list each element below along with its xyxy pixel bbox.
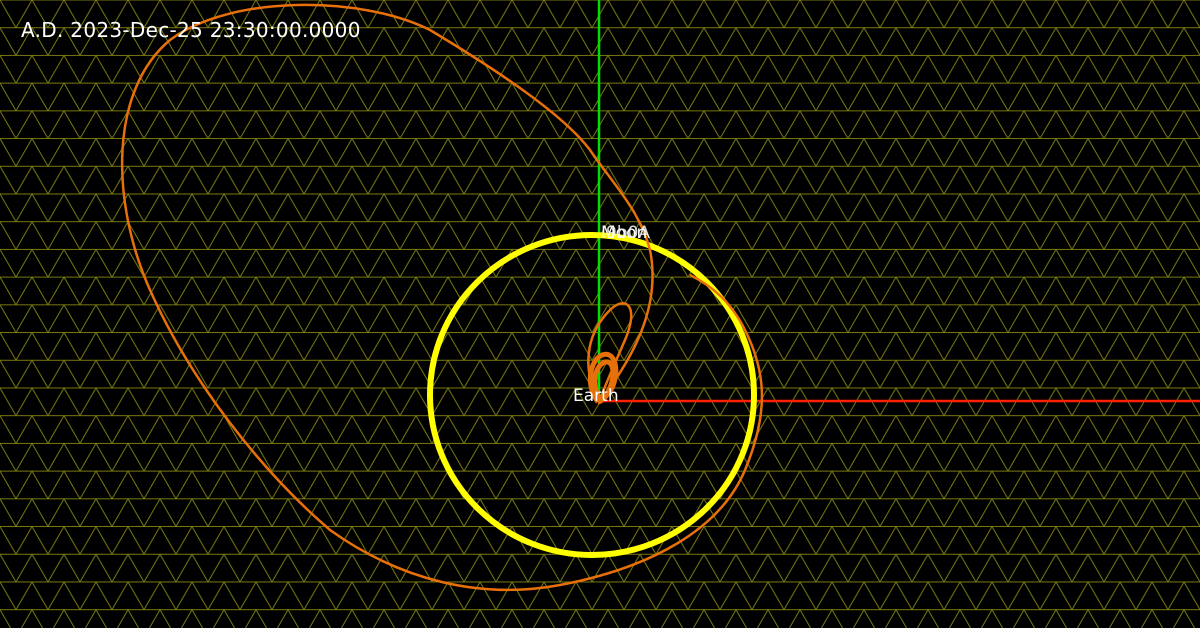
epoch-timestamp: A.D. 2023-Dec-25 23:30:00.0000 <box>21 18 361 42</box>
object-label: 9b0A <box>606 223 650 243</box>
orbit-viewport[interactable]: Earth Moon 9b0A A.D. 2023-Dec-25 23:30:0… <box>0 0 1200 628</box>
orbit-scene[interactable]: Earth Moon 9b0A <box>0 0 1200 628</box>
earth-label: Earth <box>573 386 619 406</box>
